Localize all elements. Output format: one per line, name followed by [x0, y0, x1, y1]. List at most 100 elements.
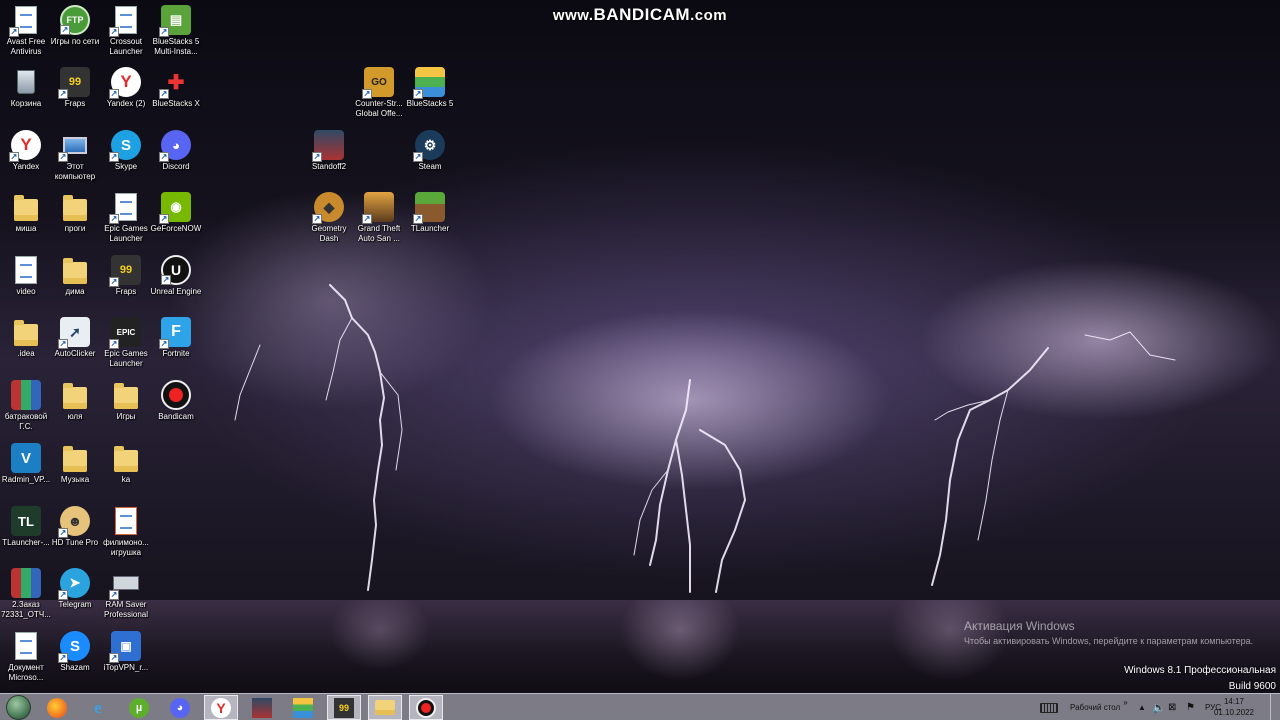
desktop-icon-folder-games[interactable]: Игры: [100, 380, 152, 422]
icon-label: Unreal Engine: [150, 287, 202, 296]
fraps-icon: 99 ↗: [58, 67, 90, 99]
volume-button[interactable]: 🔈: [1152, 694, 1166, 720]
desktop-icon-autoclicker[interactable]: ➚ ↗ AutoClicker: [49, 317, 101, 359]
icon-label: Avast Free Antivirus: [6, 37, 46, 56]
desktop-icon-word-document[interactable]: Документ Microso...: [0, 631, 52, 683]
network-button[interactable]: ⊠: [1168, 694, 1176, 720]
yandex-icon: Y ↗: [9, 130, 41, 162]
desktop-icon-folder-ka[interactable]: ka: [100, 443, 152, 485]
icon-label: проги: [64, 224, 86, 233]
icon-label: TLauncher-...: [2, 538, 50, 547]
action-center-button[interactable]: ⚑: [1186, 694, 1195, 720]
show-desktop-button[interactable]: [1270, 694, 1280, 720]
desktop-icon-skype[interactable]: S ↗ Skype: [100, 130, 152, 172]
taskbar-yandex[interactable]: Y: [204, 695, 238, 720]
taskbar-utorrent[interactable]: µ: [122, 695, 156, 720]
desktop-icon-avast[interactable]: ↗ Avast Free Antivirus: [0, 5, 52, 57]
folder-icon: [60, 192, 90, 222]
desktop-icon-tlauncher-installer[interactable]: TL TLauncher-...: [0, 506, 52, 548]
standoff2-icon: ↗: [312, 130, 344, 162]
desktop-icon-this-pc[interactable]: ↗ Этот компьютер: [49, 130, 101, 182]
icon-label: BlueStacks 5 Multi-Insta...: [152, 37, 200, 56]
icon-label: Игры по сети: [50, 37, 100, 46]
show-hidden-icons-button[interactable]: ▲: [1138, 694, 1146, 720]
icon-label: Этот компьютер: [54, 162, 96, 181]
icon-label: Discord: [162, 162, 190, 171]
word-document-icon: [11, 631, 41, 661]
desktop-icon-ram-saver[interactable]: ↗ RAM Saver Professional: [100, 568, 152, 620]
desktop-icon-batrakovoy[interactable]: батраковой Г.С.: [0, 380, 52, 432]
desktop-icon-bluestacks-x[interactable]: ✚ ↗ BlueStacks X: [150, 67, 202, 109]
desktop-icon-recycle-bin[interactable]: Корзина: [0, 67, 52, 109]
desktop-icon-tlauncher[interactable]: ↗ TLauncher: [404, 192, 456, 234]
desktop-icon-csgo[interactable]: GO ↗ Counter-Str... Global Offe...: [353, 67, 405, 119]
desktop-icon-radmin-vpn[interactable]: V Radmin_VP...: [0, 443, 52, 485]
desktop-icon-gta-sa[interactable]: ↗ Grand Theft Auto San ...: [353, 192, 405, 244]
desktop-icon-discord[interactable]: ◕ ↗ Discord: [150, 130, 202, 172]
desktop-icon-epic-games-1[interactable]: ↗ Epic Games Launcher: [100, 192, 152, 244]
desktop-icon-epic-games-2[interactable]: EPIC ↗ Epic Games Launcher: [100, 317, 152, 369]
tlauncher-icon: ↗: [413, 192, 445, 224]
desktop-icon-video[interactable]: video: [0, 255, 52, 297]
desktop-icon-fraps[interactable]: 99 ↗ Fraps: [49, 67, 101, 109]
folder-icon: [11, 317, 41, 347]
desktop-toolbar[interactable]: Рабочий стол »: [1070, 694, 1128, 720]
icon-label: HD Tune Pro: [51, 538, 99, 547]
desktop-icon-bandicam[interactable]: Bandicam: [150, 380, 202, 422]
desktop-icon-geforcenow[interactable]: ◉ ↗ GeForceNOW: [150, 192, 202, 234]
start-button[interactable]: [6, 695, 31, 720]
desktop-icon-crossout[interactable]: ↗ Crossout Launcher: [100, 5, 152, 57]
desktop-icon-folder-idea[interactable]: .idea: [0, 317, 52, 359]
icon-label: GeForceNOW: [150, 224, 202, 233]
icon-label: RAM Saver Professional: [103, 600, 149, 619]
windows-edition: Windows 8.1 Профессиональная: [1124, 665, 1276, 676]
hd-tune-icon: ☻ ↗: [58, 506, 90, 538]
desktop-icon-bluestacks5[interactable]: ↗ BlueStacks 5: [404, 67, 456, 109]
desktop-icon-yandex-2[interactable]: Y ↗ Yandex (2): [100, 67, 152, 109]
desktop-icon-standoff2[interactable]: ↗ Standoff2: [303, 130, 355, 172]
internet-explorer-icon: e: [94, 697, 102, 717]
desktop-icon-bluestacks5-multi[interactable]: ▤ ↗ BlueStacks 5 Multi-Insta...: [150, 5, 202, 57]
taskbar-file-explorer[interactable]: [368, 695, 402, 720]
icon-label: iTopVPN_r...: [103, 663, 149, 672]
desktop-icon-unreal-engine[interactable]: U ↗ Unreal Engine: [150, 255, 202, 297]
desktop-icon-filimonovo[interactable]: филимоно... игрушка: [100, 506, 152, 558]
folder-icon: [11, 192, 41, 222]
desktop-icon-folder-progi[interactable]: проги: [49, 192, 101, 234]
desktop-icon-telegram[interactable]: ➤ ↗ Telegram: [49, 568, 101, 610]
folder-icon: [60, 380, 90, 410]
desktop-icon-yandex[interactable]: Y ↗ Yandex: [0, 130, 52, 172]
taskbar-discord[interactable]: ◕: [163, 695, 197, 720]
touch-keyboard-button[interactable]: [1040, 694, 1058, 720]
desktop-icon-steam[interactable]: ⚙ ↗ Steam: [404, 130, 456, 172]
nvidia-icon: ◉ ↗: [159, 192, 191, 224]
taskbar-fraps[interactable]: 99: [327, 695, 361, 720]
desktop-icon-fortnite[interactable]: F ↗ Fortnite: [150, 317, 202, 359]
bluestacks-x-icon: ✚ ↗: [159, 71, 185, 99]
shazam-icon: S ↗: [58, 631, 90, 663]
desktop-icon-hd-tune-pro[interactable]: ☻ ↗ HD Tune Pro: [49, 506, 101, 548]
winrar-icon: [11, 568, 41, 598]
desktop-icon-folder-dima[interactable]: дима: [49, 255, 101, 297]
bluestacks-icon: ↗: [413, 67, 445, 99]
desktop-icon-geometry-dash[interactable]: ◆ ↗ Geometry Dash: [303, 192, 355, 244]
desktop-icon-order-report[interactable]: 2.Заказ 72331_ОТЧ...: [0, 568, 52, 620]
icon-label: Shazam: [60, 663, 90, 672]
clock[interactable]: 14:17 01.10.2022: [1214, 696, 1254, 718]
desktop-icon-folder-yulya[interactable]: юля: [49, 380, 101, 422]
taskbar-internet-explorer[interactable]: e: [81, 695, 115, 720]
icon-label: Skype: [114, 162, 138, 171]
desktop-icon-online-games[interactable]: FTP ↗ Игры по сети: [49, 5, 101, 47]
taskbar-standoff2[interactable]: [245, 695, 279, 720]
desktop-icon-shazam[interactable]: S ↗ Shazam: [49, 631, 101, 673]
taskbar-bluestacks[interactable]: [286, 695, 320, 720]
taskbar-yandex-browser[interactable]: [40, 695, 74, 720]
taskbar-bandicam[interactable]: [409, 695, 443, 720]
telegram-icon: ➤ ↗: [58, 568, 90, 600]
desktop-icon-folder-misha[interactable]: миша: [0, 192, 52, 234]
desktop-icon-fraps-2[interactable]: 99 ↗ Fraps: [100, 255, 152, 297]
desktop-icon-folder-music[interactable]: Музыка: [49, 443, 101, 485]
desktop-icon-itopvpn[interactable]: ▣ ↗ iTopVPN_r...: [100, 631, 152, 673]
yandex-icon: Y ↗: [109, 67, 141, 99]
icon-label: Документ Microso...: [8, 663, 44, 682]
